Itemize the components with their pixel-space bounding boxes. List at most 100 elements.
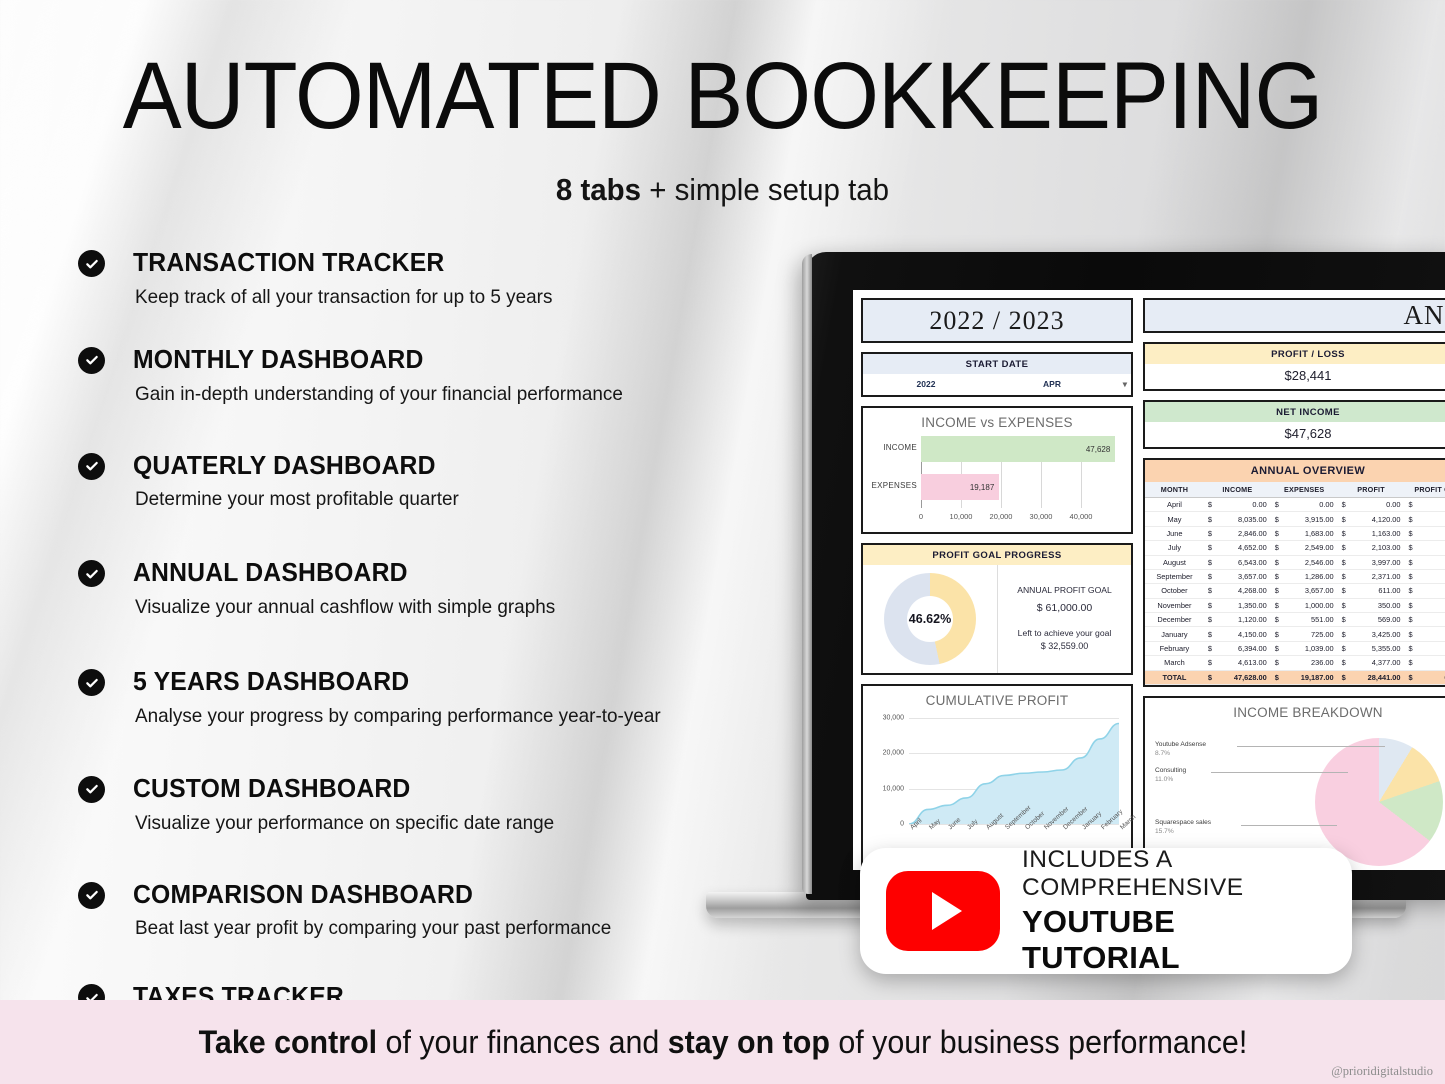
cell-currency: $ (1404, 555, 1416, 570)
table-column-header: PROFIT GOA (1404, 482, 1445, 498)
feature-item: MONTHLY DASHBOARD Gain in-depth understan… (78, 345, 778, 406)
cell-value: 4,652.00 (1215, 540, 1271, 556)
check-circle-icon (78, 250, 105, 277)
cell-month: February (1145, 641, 1204, 657)
annual-overview-table: MONTHINCOMEEXPENSESPROFITPROFIT GOA Apri… (1145, 482, 1445, 685)
cell-currency: $ (1270, 511, 1282, 527)
cell-value: 5,000 (1415, 497, 1445, 513)
badge-line-1: INCLUDES A COMPREHENSIVE (1022, 846, 1244, 901)
annual-title-cell: ANN (1143, 298, 1445, 333)
profit-goal-donut: 46.62% (884, 573, 976, 665)
cell-value: 611.00 (1348, 583, 1405, 599)
feature-title: TRANSACTION TRACKER (133, 249, 445, 277)
dashboard-right-column: ANN PROFIT / LOSS $28,441 NET INCOME $47… (1143, 298, 1445, 870)
table-row: February$6,394.00$1,039.00$5,355.00$5,00… (1145, 641, 1445, 657)
cell-currency: $ (1337, 612, 1349, 628)
feature-item: CUSTOM DASHBOARD Visualize your performan… (78, 776, 778, 835)
cell-value: 2,549.00 (1281, 540, 1338, 556)
cell-currency: $ (1337, 641, 1349, 657)
cell-currency: $ (1203, 555, 1216, 570)
cell-currency: $ (1203, 598, 1216, 614)
cell-value: 8,035.00 (1215, 511, 1271, 527)
cell-month: June (1145, 526, 1204, 542)
table-row: August$6,543.00$2,546.00$3,997.00$5,000 (1145, 555, 1445, 570)
start-year-select[interactable]: 2022 (863, 374, 989, 395)
start-month-select[interactable]: APR (989, 374, 1115, 395)
cell-month: April (1145, 497, 1204, 513)
bar-value-expenses: 19,187 (969, 482, 995, 492)
profit-loss-card: PROFIT / LOSS $28,441 (1143, 342, 1445, 391)
table-column-header: PROFIT (1337, 482, 1405, 498)
table-row: April$0.00$0.00$0.00$5,000 (1145, 497, 1445, 513)
pie-leader-squarespace (1241, 824, 1337, 826)
cell-value: 4,120.00 (1348, 511, 1405, 527)
feature-description: Analyse your progress by comparing perfo… (135, 704, 661, 727)
cell-currency: $ (1404, 669, 1416, 685)
bar-row-expenses: EXPENSES 19,187 (871, 474, 1125, 500)
cell-currency: $ (1404, 540, 1416, 556)
year-range-cell[interactable]: 2022 / 2023 (861, 298, 1133, 343)
cell-value: 2,103.00 (1348, 540, 1405, 556)
chevron-down-icon[interactable]: ▾ (1115, 374, 1131, 395)
cell-month: TOTAL (1145, 669, 1204, 685)
table-row: May$8,035.00$3,915.00$4,120.00$5,000 (1145, 511, 1445, 527)
cumulative-profit-title: CUMULATIVE PROFIT (925, 693, 1069, 708)
cell-currency: $ (1270, 598, 1282, 614)
profit-goal-percent: 46.62% (908, 612, 952, 626)
cell-value: 1,350.00 (1215, 598, 1271, 614)
cell-value: 5,000 (1415, 612, 1445, 628)
cell-currency: $ (1337, 569, 1349, 585)
check-circle-icon (78, 452, 105, 480)
income-vs-expenses-chart: INCOME vs EXPENSES INCOME 47,628 EXPENSE… (861, 406, 1133, 534)
table-row: September$3,657.00$1,286.00$2,371.00$5,0… (1145, 569, 1445, 585)
cell-currency: $ (1270, 655, 1282, 671)
cell-currency: $ (1337, 583, 1349, 599)
pie-label-squarespace-name: Squarespace sales (1155, 818, 1212, 826)
pie-label-squarespace: Squarespace sales 15.7% (1155, 818, 1211, 837)
cell-currency: $ (1270, 583, 1282, 599)
table-column-header: INCOME (1203, 482, 1271, 498)
table-body: April$0.00$0.00$0.00$5,000May$8,035.00$3… (1145, 497, 1445, 685)
cell-value: 2,371.00 (1348, 569, 1405, 585)
cell-value: 3,425.00 (1348, 626, 1405, 642)
check-circle-icon (78, 669, 105, 697)
cell-value: 28,441.00 (1348, 669, 1405, 685)
profit-goal-body: 46.62% ANNUAL PROFIT GOAL $ 61,000.00 Le… (863, 565, 1131, 673)
cell-currency: $ (1337, 511, 1349, 527)
cell-currency: $ (1203, 641, 1216, 657)
youtube-play-icon (886, 871, 1000, 951)
profit-goal-text: ANNUAL PROFIT GOAL $ 61,000.00 Left to a… (998, 584, 1131, 654)
annual-overview-title: ANNUAL OVERVIEW (1145, 460, 1445, 482)
cell-currency: $ (1404, 598, 1416, 614)
bar-value-income: 47,628 (1085, 444, 1111, 454)
pie-label-consulting-name: Consulting (1155, 766, 1187, 774)
spreadsheet-dashboard: 2022 / 2023 START DATE 2022 APR ▾ INCOME… (853, 290, 1445, 870)
feature-title: MONTHLY DASHBOARD (133, 345, 424, 374)
x-tick-label: 10,000 (949, 512, 973, 521)
income-breakdown-title: INCOME BREAKDOWN (1233, 704, 1383, 720)
pie-label-youtube-pct: 8.7% (1155, 750, 1171, 758)
cell-month: August (1145, 555, 1204, 570)
cell-month: October (1145, 583, 1204, 599)
cell-month: November (1145, 598, 1204, 614)
cell-value: 5,000 (1415, 641, 1445, 657)
x-tick-label: 30,000 (1029, 512, 1053, 521)
youtube-tutorial-badge[interactable]: INCLUDES A COMPREHENSIVE YOUTUBE TUTORIA… (860, 846, 1352, 976)
feature-item: TRANSACTION TRACKER Keep track of all you… (78, 250, 778, 309)
cell-currency: $ (1404, 612, 1416, 628)
cell-value: 5,000 (1415, 511, 1445, 527)
cell-value: 3,657.00 (1215, 569, 1271, 585)
cell-month: September (1145, 569, 1204, 585)
cell-currency: $ (1337, 655, 1349, 671)
y-tick-label: 10,000 (882, 785, 904, 793)
income-breakdown-pie (1315, 737, 1443, 866)
check-circle-icon (78, 560, 105, 588)
table-row: June$2,846.00$1,683.00$1,163.00$5,000 (1145, 526, 1445, 542)
profit-loss-label: PROFIT / LOSS (1145, 344, 1445, 364)
cell-value: 5,000 (1415, 555, 1445, 570)
youtube-badge-text: INCLUDES A COMPREHENSIVE YOUTUBE TUTORIA… (1022, 846, 1326, 976)
chart-x-axis: 0 10,000 20,000 30,000 40,000 (919, 512, 1121, 526)
cell-currency: $ (1270, 669, 1282, 685)
cell-currency: $ (1270, 569, 1282, 585)
feature-title: 5 YEARS DASHBOARD (133, 668, 410, 697)
